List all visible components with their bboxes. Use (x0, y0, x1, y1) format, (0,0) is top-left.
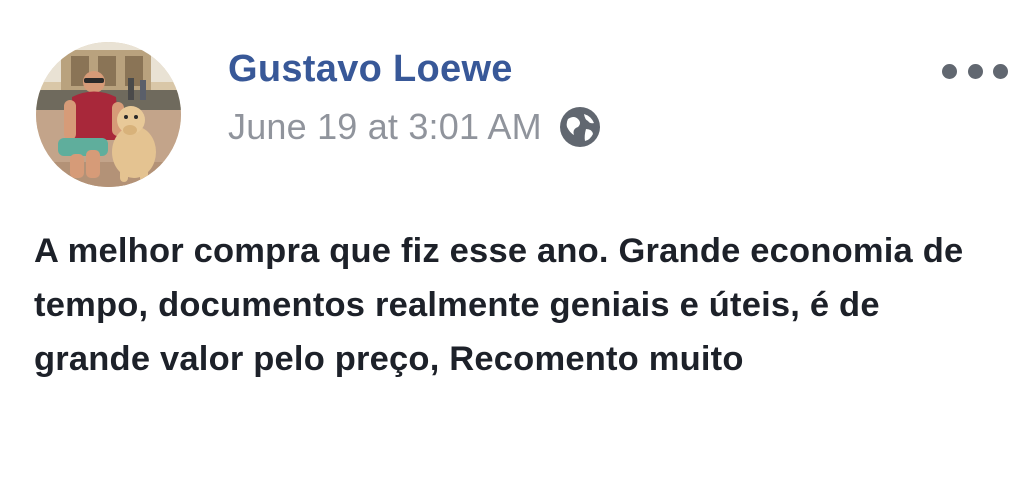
facebook-post: Gustavo Loewe June 19 at 3:01 AM A melho… (0, 0, 1024, 491)
post-timestamp[interactable]: June 19 at 3:01 AM (228, 104, 542, 150)
more-options-icon (942, 63, 957, 79)
more-options-icon (967, 63, 983, 79)
author-name[interactable]: Gustavo Loewe (228, 46, 513, 92)
more-options-icon (993, 63, 1008, 79)
more-options-button[interactable] (942, 56, 1008, 86)
post-body-text: A melhor compra que fiz esse ano. Grande… (34, 232, 964, 378)
avatar-photo (36, 42, 181, 187)
globe-icon (558, 105, 602, 149)
author-avatar[interactable] (36, 42, 181, 187)
post-meta: June 19 at 3:01 AM (228, 104, 602, 150)
